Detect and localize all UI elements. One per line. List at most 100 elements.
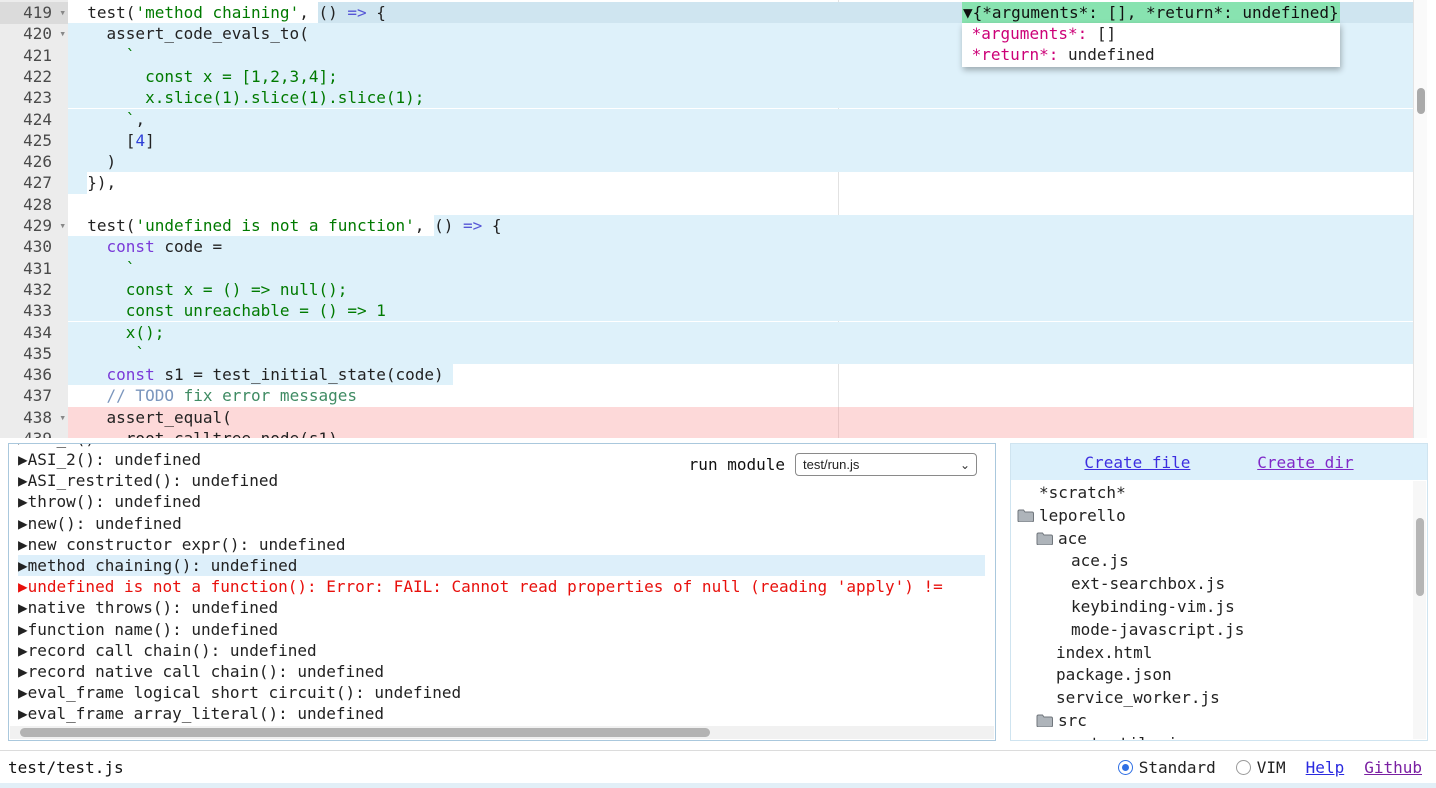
tooltip-entry[interactable]: *return*: undefined [962,44,1340,65]
file-tree-label: ace.js [1071,550,1129,573]
code-line[interactable]: test('undefined is not a function', () =… [68,215,1413,236]
test-result-item[interactable]: ▶native throws(): undefined [18,597,985,618]
file-tree-item[interactable]: ace.js [1011,550,1413,573]
file-tree-label: ast_utils.js [1071,733,1187,740]
file-tree-label: keybinding-vim.js [1071,596,1235,619]
keybinding-radio-vim[interactable]: VIM [1236,758,1286,777]
line-number: 424 [0,109,68,131]
help-link[interactable]: Help [1306,758,1345,777]
fold-arrow-icon[interactable]: ▾ [59,24,66,43]
test-result-item[interactable]: ▶eval_frame array_literal(): undefined [18,703,985,724]
create-dir-link[interactable]: Create dir [1257,453,1353,472]
fold-arrow-icon[interactable]: ▾ [59,408,66,427]
code-line[interactable]: ` [68,343,1413,364]
line-number: 432 [0,279,68,301]
code-line[interactable]: root_calltree_node(s1) [68,428,1413,438]
run-module-label: run module [689,455,785,474]
code-line[interactable]: assert_equal( [68,407,1413,428]
test-result-item[interactable]: ▶record native call chain(): undefined [18,661,985,682]
line-number: 419▾ [0,2,68,24]
radio-label: Standard [1139,758,1216,777]
test-result-item[interactable]: ▶function name(): undefined [18,619,985,640]
github-link[interactable]: Github [1364,758,1422,777]
scrollbar-thumb[interactable] [1416,518,1424,596]
file-tree-item[interactable]: ext-searchbox.js [1011,573,1413,596]
file-tree-label: package.json [1056,664,1172,687]
file-tree-label: ext-searchbox.js [1071,573,1225,596]
radio-label: VIM [1257,758,1286,777]
file-tree-item[interactable]: *scratch* [1011,482,1413,505]
line-number: 439 [0,428,68,438]
file-tree-item[interactable]: src [1011,710,1413,733]
current-file-path: test/test.js [8,758,124,777]
radio-icon[interactable] [1236,760,1251,775]
code-line[interactable]: [4] [68,130,1413,151]
code-line[interactable]: const s1 = test_initial_state(code) [68,364,1413,385]
test-result-item[interactable]: ▶new constructor expr(): undefined [18,534,985,555]
code-line[interactable]: // TODO fix error messages [68,385,1413,406]
status-bar: test/test.js Standard VIM Help Github [0,750,1436,783]
test-result-item[interactable]: ▶eval_frame logical short circuit(): und… [18,682,985,703]
test-result-item[interactable]: ▶throw(): undefined [18,491,985,512]
file-tree-item[interactable]: ace [1011,528,1413,551]
code-line[interactable]: ) [68,151,1413,172]
code-line[interactable]: const code = [68,236,1413,257]
create-file-link[interactable]: Create file [1084,453,1190,472]
test-result-item[interactable]: ▶new(): undefined [18,513,985,534]
line-number: 435 [0,343,68,365]
bottom-edge-strip [0,783,1436,788]
run-module-select[interactable]: test/run.js ⌄ [795,453,977,476]
run-module-control: run module test/run.js ⌄ [689,453,977,476]
code-line[interactable]: const unreachable = () => 1 [68,300,1413,321]
test-result-item[interactable]: ▶undefined is not a function(): Error: F… [18,576,985,597]
line-number: 438▾ [0,407,68,429]
line-number: 436 [0,364,68,386]
file-tree-label: mode-javascript.js [1071,619,1244,642]
test-result-item[interactable]: ▶method chaining(): undefined [18,555,985,576]
file-tree-item[interactable]: leporello [1011,505,1413,528]
file-tree-item[interactable]: index.html [1011,642,1413,665]
keybinding-radio-standard[interactable]: Standard [1118,758,1216,777]
file-tree: *scratch*leporelloaceace.jsext-searchbox… [1011,480,1413,740]
file-tree-label: src [1058,710,1087,733]
code-editor[interactable]: 419▾420▾421422423424425426427428429▾4304… [0,0,1436,438]
results-horizontal-scrollbar[interactable] [10,726,994,739]
files-vertical-scrollbar[interactable] [1413,481,1426,739]
files-panel-header: Create file Create dir [1011,444,1427,480]
tooltip-header[interactable]: ▼{*arguments*: [], *return*: undefined} [962,2,1340,23]
file-tree-item[interactable]: keybinding-vim.js [1011,596,1413,619]
code-line[interactable]: ` [68,258,1413,279]
file-tree-item[interactable]: mode-javascript.js [1011,619,1413,642]
code-line[interactable] [68,194,1413,215]
file-tree-label: service_worker.js [1056,687,1220,710]
code-line[interactable]: const x = [1,2,3,4]; [68,66,1413,87]
line-number: 433 [0,300,68,322]
test-results-panel: run module test/run.js ⌄ ▶ASI_1(): undef… [8,443,996,741]
scrollbar-thumb[interactable] [1417,88,1425,114]
line-number: 430 [0,236,68,258]
fold-arrow-icon[interactable]: ▾ [59,216,66,235]
editor-gutter: 419▾420▾421422423424425426427428429▾4304… [0,0,68,438]
file-tree-item[interactable]: service_worker.js [1011,687,1413,710]
file-tree-item[interactable]: ast_utils.js [1011,733,1413,740]
file-tree-label: index.html [1056,642,1152,665]
line-number: 425 [0,130,68,152]
tooltip-entry[interactable]: *arguments*: [] [962,23,1340,44]
code-line[interactable]: x(); [68,322,1413,343]
test-result-item[interactable]: ▶record call chain(): undefined [18,640,985,661]
file-tree-label: leporello [1039,505,1126,528]
files-panel: Create file Create dir *scratch*leporell… [1010,443,1428,741]
test-result-item-clipped: ▶ASI_1(): undefined [18,444,985,449]
line-number: 427 [0,172,68,194]
file-tree-item[interactable]: package.json [1011,664,1413,687]
code-line[interactable]: x.slice(1).slice(1).slice(1); [68,87,1413,108]
leporello-app: 419▾420▾421422423424425426427428429▾4304… [0,0,1436,788]
value-explorer-tooltip[interactable]: ▼{*arguments*: [], *return*: undefined} … [962,2,1340,67]
fold-arrow-icon[interactable]: ▾ [59,3,66,22]
code-line[interactable]: `, [68,109,1413,130]
editor-vertical-scrollbar[interactable] [1413,0,1427,438]
scrollbar-thumb[interactable] [20,728,710,737]
code-line[interactable]: const x = () => null(); [68,279,1413,300]
radio-icon[interactable] [1118,760,1133,775]
code-line[interactable]: }), [68,172,1413,193]
